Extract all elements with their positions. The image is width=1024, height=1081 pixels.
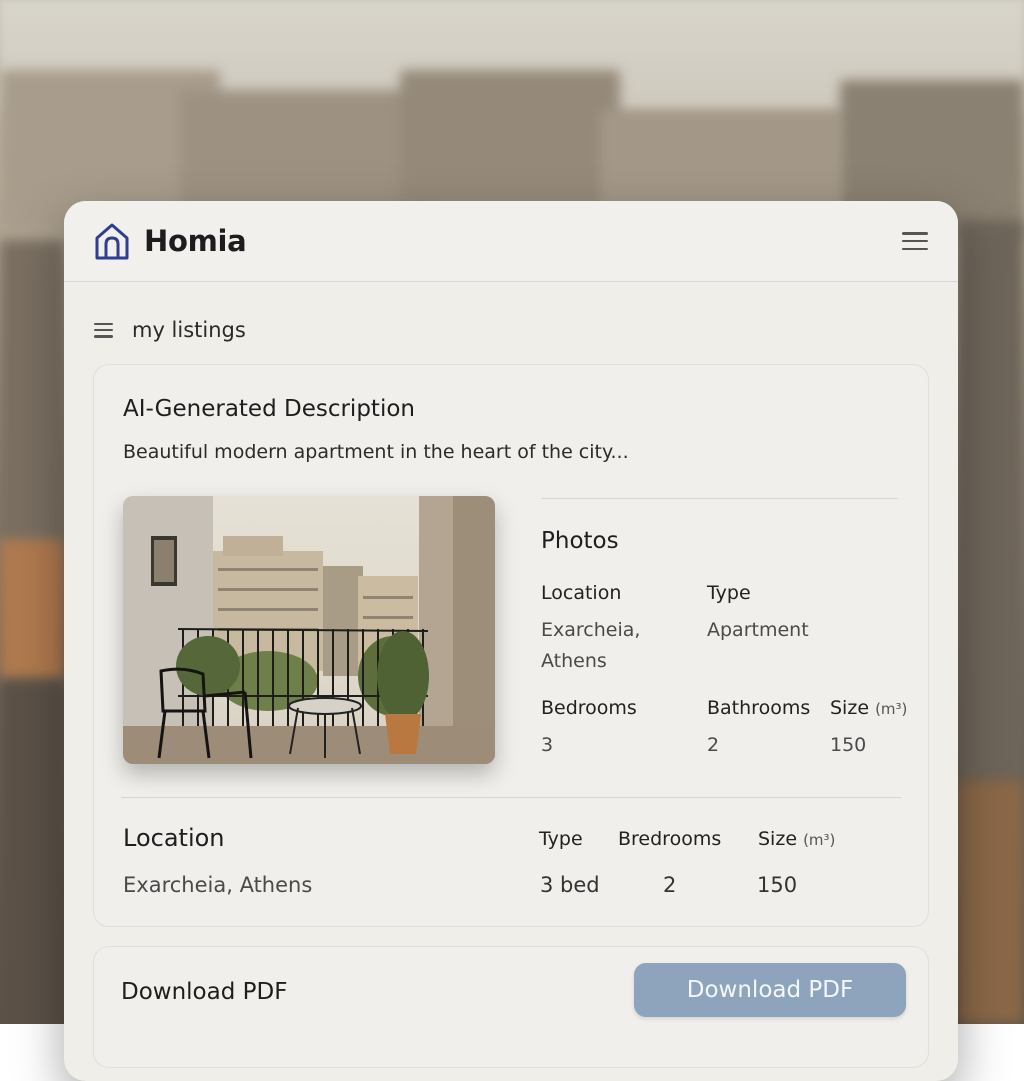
type-value: Apartment <box>707 619 809 641</box>
summary-location-title: Location <box>123 824 225 852</box>
size-label-text: Size <box>830 697 870 719</box>
download-panel: Download PDF Download PDF <box>93 946 929 1068</box>
balcony-photo[interactable] <box>123 496 495 764</box>
bedrooms-label: Bedrooms <box>541 697 637 719</box>
hamburger-icon[interactable] <box>902 232 928 250</box>
location-city-area: Exarcheia, <box>541 619 641 641</box>
listing-card: Homia my listings AI-Generated Descripti… <box>64 201 958 1081</box>
size-unit: (m³) <box>875 700 908 718</box>
location-city: Athens <box>541 650 607 672</box>
bedrooms-value: 3 <box>541 734 554 756</box>
summary-bedrooms-label: Bredrooms <box>618 828 722 850</box>
description-title: AI-Generated Description <box>123 396 415 422</box>
house-icon <box>95 223 129 260</box>
divider <box>121 797 901 798</box>
size-label: Size (m³) <box>830 697 907 719</box>
type-label: Type <box>707 582 751 604</box>
photos-heading[interactable]: Photos <box>541 528 619 554</box>
summary-location-value: Exarcheia, Athens <box>123 873 313 897</box>
bathrooms-value: 2 <box>707 734 720 756</box>
location-value: Exarcheia, Athens <box>541 615 640 677</box>
hamburger-icon[interactable] <box>94 322 113 338</box>
download-label: Download PDF <box>121 979 288 1005</box>
description-text: Beautiful modern apartment in the heart … <box>123 441 629 463</box>
location-label: Location <box>541 582 622 604</box>
summary-type-value: 3 bed <box>540 873 600 897</box>
my-listings-link[interactable]: my listings <box>132 318 246 342</box>
bathrooms-label: Bathrooms <box>707 697 811 719</box>
summary-size-label-text: Size <box>758 828 798 850</box>
summary-size-label: Size (m³) <box>758 828 835 850</box>
size-value: 150 <box>830 734 867 756</box>
brand-name: Homia <box>144 224 247 258</box>
download-pdf-button[interactable]: Download PDF <box>634 963 906 1017</box>
summary-bedrooms-value: 2 <box>663 873 677 897</box>
summary-size-unit: (m³) <box>803 831 836 849</box>
listing-details-panel: AI-Generated Description Beautiful moder… <box>93 364 929 927</box>
top-bar: Homia <box>64 201 958 282</box>
divider <box>541 498 898 499</box>
summary-size-value: 150 <box>757 873 798 897</box>
summary-type-label: Type <box>539 828 583 850</box>
